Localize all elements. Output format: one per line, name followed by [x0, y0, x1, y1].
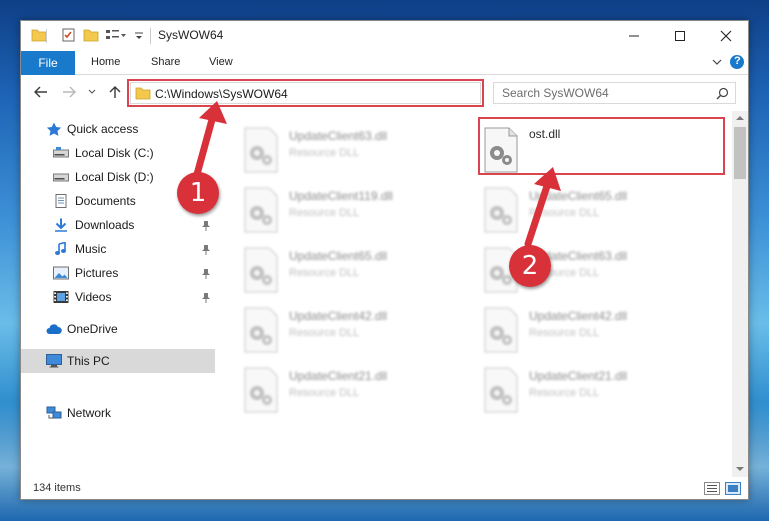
annotation-arrows — [192, 101, 561, 248]
step2-arrow-head — [534, 167, 561, 191]
step-1-badge: 1 — [177, 172, 219, 214]
step1-arrow-shaft — [192, 112, 217, 182]
step-2-badge: 2 — [509, 245, 551, 287]
step1-arrow-head — [199, 101, 227, 124]
step2-arrow-shaft — [524, 179, 552, 248]
